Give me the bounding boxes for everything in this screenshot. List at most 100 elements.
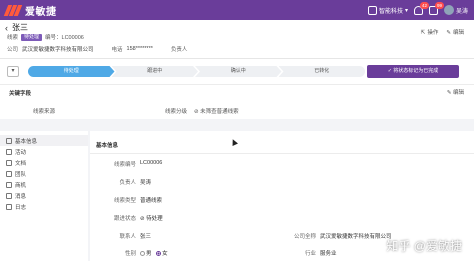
message-icon: 99 <box>428 1 444 15</box>
field-fullname: 公司全称 武汉爱敏捷数字科技有限公司 <box>270 232 392 240</box>
logo-mark-icon <box>3 5 23 16</box>
bell-icon: 42 <box>413 1 429 15</box>
stage-step[interactable]: 待处理 <box>28 66 115 77</box>
owner-label: 负责人 <box>170 47 188 53</box>
divider <box>90 153 474 154</box>
message-badge: 99 <box>434 1 444 9</box>
field-code: 线索编号 LC00006 <box>90 160 162 168</box>
sidebar-item-activity[interactable]: 活动 <box>0 146 88 157</box>
field-label: 跟进状态 <box>113 216 136 222</box>
field-contact: 联系人 张三 <box>90 232 151 240</box>
field-value: 武汉爱敏捷数字科技有限公司 <box>320 234 392 240</box>
field-value: 张三 <box>140 234 152 240</box>
edit-label: 编辑 <box>452 30 464 36</box>
field-value: 普通线索 <box>140 198 163 204</box>
record-header: ‹ 张三 线索 待处理 编号：LC00006 公司 武汉爱敏捷数字科技有限公司 … <box>0 20 474 59</box>
company-switcher[interactable]: 智能科技 ▾ <box>367 5 408 15</box>
mark-complete-label: 将状态标记为已完成 <box>393 68 439 74</box>
gender-radio-group: 男 女 <box>140 249 168 257</box>
collapse-toggle[interactable]: ▾ <box>7 66 19 77</box>
avatar <box>443 5 454 15</box>
section-sidebar: 基本信息 活动 文档 团队 商机 消息 日志 <box>0 131 88 261</box>
field-type: 线索类型 普通线索 <box>90 196 162 204</box>
gender-male-radio[interactable]: 男 <box>140 251 152 257</box>
company-label: 公司 <box>7 47 19 53</box>
back-arrow-icon[interactable]: ‹ <box>5 23 8 33</box>
stage-step[interactable]: 跟进中 <box>112 66 199 77</box>
section-title: 基本信息 <box>96 143 119 149</box>
field-label: 性别 <box>124 251 136 257</box>
radio-label: 女 <box>162 251 168 257</box>
phone-label: 电话 <box>111 47 123 53</box>
field-industry: 行业 服务业 <box>270 249 337 257</box>
field-value: 服务业 <box>320 251 337 257</box>
sidebar-item-label: 活动 <box>15 149 27 156</box>
field-label: 联系人 <box>119 234 136 240</box>
opportunity-icon <box>6 181 12 188</box>
watermark: 知乎 @爱敏捷 <box>386 239 462 253</box>
field-status: 跟进状态 ⊘ 待处理 <box>90 214 163 222</box>
field-label: 负责人 <box>119 180 136 186</box>
sidebar-item-messages[interactable]: 消息 <box>0 190 88 201</box>
field-label: 公司全称 <box>293 234 316 240</box>
radio-icon <box>140 251 145 257</box>
status-badge: 待处理 <box>21 33 43 41</box>
message-icon <box>6 192 12 199</box>
grade-label: 线索分级 <box>165 109 188 115</box>
chevron-down-icon: ▾ <box>404 7 408 14</box>
document-icon <box>6 159 12 166</box>
info-icon <box>6 137 12 144</box>
radio-label: 男 <box>146 251 152 257</box>
sidebar-item-label: 文档 <box>15 160 27 167</box>
share-icon: ⇱ <box>420 30 426 36</box>
sidebar-item-label: 团队 <box>15 171 27 178</box>
company-value: 武汉爱敏捷数字科技有限公司 <box>22 47 94 53</box>
mark-complete-button[interactable]: ✓ 将状态标记为已完成 <box>367 65 459 78</box>
phone-value: 158******** <box>126 46 153 52</box>
sidebar-item-opportunity[interactable]: 商机 <box>0 179 88 190</box>
field-value: 吴涛 <box>140 180 152 186</box>
building-icon <box>367 5 377 15</box>
sidebar-item-team[interactable]: 团队 <box>0 168 88 179</box>
record-code: 编号：LC00006 <box>45 35 84 41</box>
action-label: 操作 <box>427 30 439 36</box>
field-label: 线索编号 <box>113 162 136 168</box>
field-value: ⊘ 待处理 <box>140 216 163 222</box>
stage-step[interactable]: 已转化 <box>278 66 365 77</box>
sidebar-item-label: 商机 <box>15 182 27 189</box>
field-label: 行业 <box>304 251 316 257</box>
sidebar-item-docs[interactable]: 文档 <box>0 157 88 168</box>
source-label: 线索来源 <box>33 109 56 115</box>
sidebar-item-label: 基本信息 <box>15 138 38 145</box>
stage-steps: 待处理 跟进中 确认中 已转化 <box>28 66 365 77</box>
top-navbar: 爱敏捷 智能科技 ▾ 42 99 吴涛 <box>0 0 474 20</box>
field-gender: 性别 男 女 <box>90 249 168 257</box>
edit-button[interactable]: ✎ 编辑 <box>446 28 464 36</box>
stage-step[interactable]: 确认中 <box>195 66 282 77</box>
messages-button[interactable]: 99 <box>428 1 444 15</box>
action-button[interactable]: ⇱ 操作 <box>421 28 439 36</box>
stage-bar: ▾ 待处理 跟进中 确认中 已转化 ✓ 将状态标记为已完成 <box>0 59 474 85</box>
key-fields-panel: 关键字段 ✎ 编辑 线索来源 线索分级 ⊘ 未筛查普通线索 <box>0 85 474 125</box>
edit-label: 编辑 <box>452 90 464 96</box>
user-menu[interactable]: 吴涛 <box>443 5 468 15</box>
page-title: 张三 <box>12 23 28 32</box>
radio-checked-icon <box>156 251 162 257</box>
field-owner: 负责人 吴涛 <box>90 178 151 186</box>
key-fields-edit-button[interactable]: ✎ 编辑 <box>447 88 464 96</box>
notifications-button[interactable]: 42 <box>413 1 429 15</box>
user-name: 吴涛 <box>455 8 468 15</box>
app-logo[interactable]: 爱敏捷 <box>3 3 57 18</box>
company-name: 智能科技 <box>378 8 403 15</box>
edit-icon: ✎ <box>446 30 451 36</box>
notification-badge: 42 <box>419 1 429 9</box>
field-label: 线索类型 <box>113 198 136 204</box>
log-icon <box>6 203 12 210</box>
sidebar-item-basic[interactable]: 基本信息 <box>0 135 88 146</box>
sidebar-item-log[interactable]: 日志 <box>0 201 88 212</box>
gender-female-radio[interactable]: 女 <box>156 251 168 257</box>
record-type: 线索 <box>7 35 19 41</box>
activity-icon <box>6 148 12 155</box>
field-value: LC00006 <box>140 160 163 166</box>
sidebar-item-label: 消息 <box>15 193 27 200</box>
